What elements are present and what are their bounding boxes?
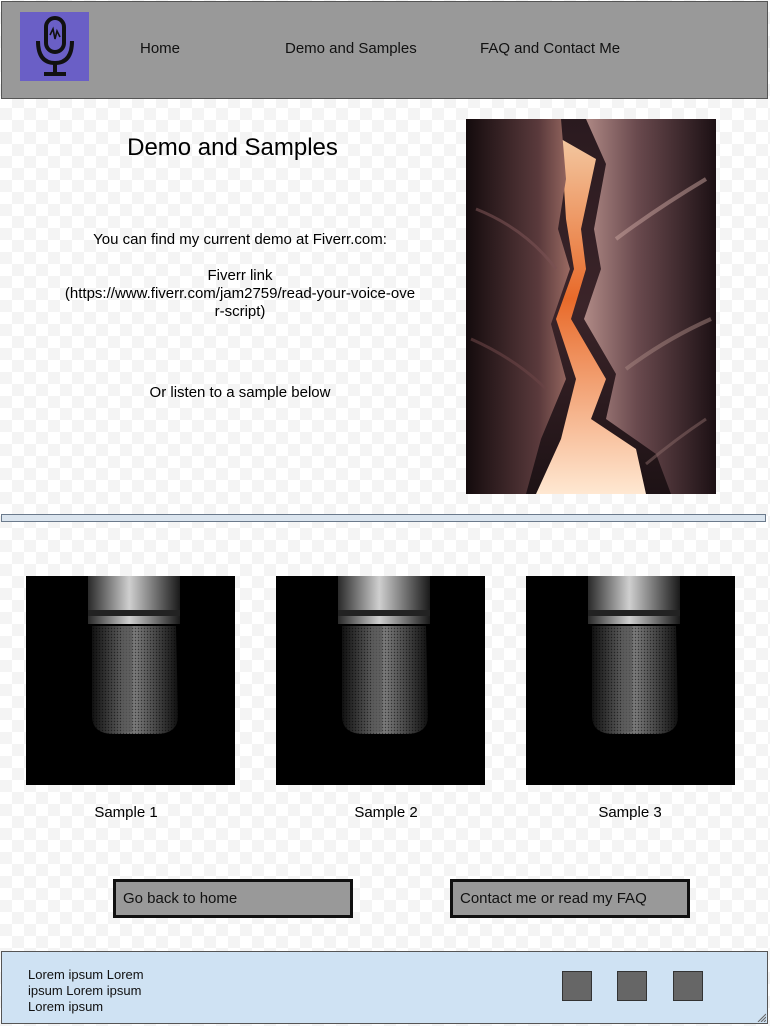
social-icon-3[interactable]: [673, 971, 703, 1001]
footer-text: Lorem ipsum Lorem ipsum Lorem ipsum Lore…: [28, 967, 144, 1014]
section-divider: [1, 514, 766, 522]
page-title: Demo and Samples: [127, 134, 338, 161]
sample-3-image[interactable]: [526, 576, 735, 785]
fiverr-link-url-cont: r-script): [214, 303, 266, 320]
fiverr-link-label: Fiverr link: [207, 267, 273, 284]
fiverr-link[interactable]: Fiverr link (https://www.fiverr.com/jam2…: [60, 267, 420, 321]
social-icon-1[interactable]: [562, 971, 592, 1001]
nav-faq-link[interactable]: FAQ and Contact Me: [480, 40, 620, 57]
fiverr-link-url: (https://www.fiverr.com/jam2759/read-you…: [64, 285, 416, 302]
sample-1-label: Sample 1: [94, 804, 158, 821]
microphone-icon: [35, 15, 74, 76]
demo-intro-text: You can find my current demo at Fiverr.c…: [93, 231, 387, 248]
canyon-image: [466, 119, 716, 494]
sample-3-label: Sample 3: [598, 804, 662, 821]
resize-grip-icon[interactable]: [756, 1012, 766, 1022]
listen-sample-text: Or listen to a sample below: [149, 384, 331, 401]
nav-home-link[interactable]: Home: [140, 40, 180, 57]
nav-demo-link[interactable]: Demo and Samples: [285, 40, 417, 57]
go-home-button[interactable]: Go back to home: [113, 879, 353, 918]
footer: Lorem ipsum Lorem ipsum Lorem ipsum Lore…: [1, 951, 768, 1024]
logo[interactable]: [20, 12, 89, 81]
social-icon-2[interactable]: [617, 971, 647, 1001]
sample-1-image[interactable]: [26, 576, 235, 785]
contact-faq-button[interactable]: Contact me or read my FAQ: [450, 879, 690, 918]
header: Home Demo and Samples FAQ and Contact Me: [1, 1, 768, 99]
sample-2-image[interactable]: [276, 576, 485, 785]
sample-2-label: Sample 2: [354, 804, 418, 821]
